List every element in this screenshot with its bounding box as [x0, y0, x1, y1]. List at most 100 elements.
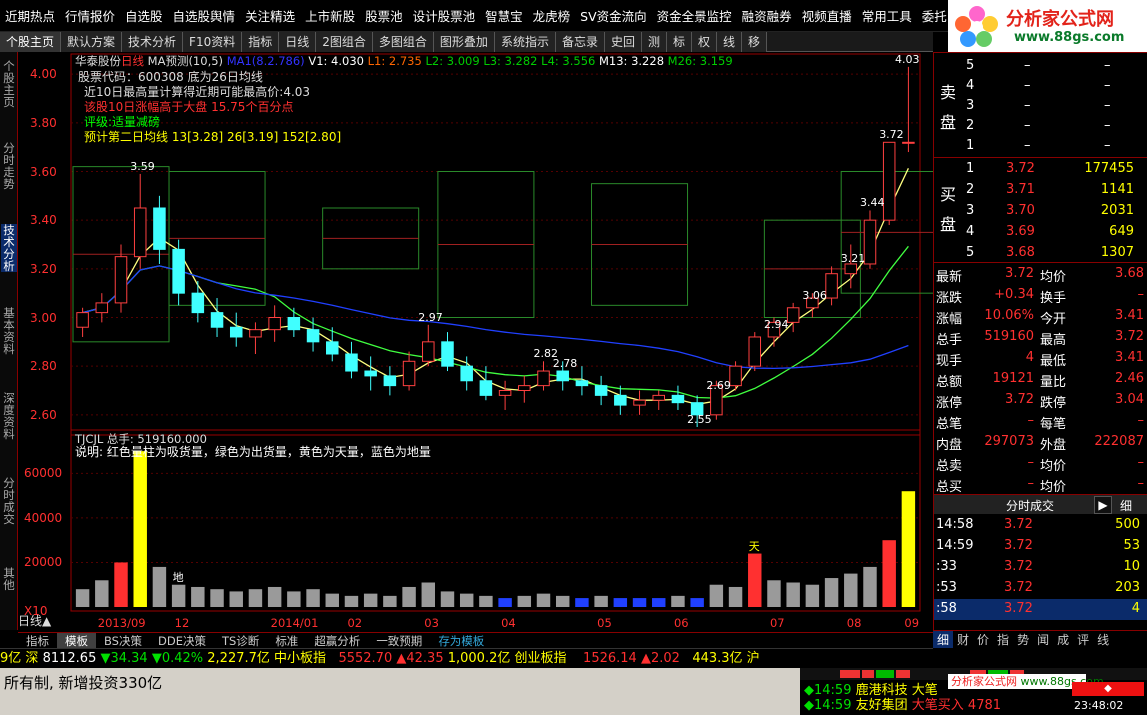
clock: 23:48:02: [1074, 699, 1124, 712]
candle-body-28: [614, 394, 627, 406]
menu-10[interactable]: SV资金流向: [575, 6, 652, 25]
ticks-detail-button[interactable]: 细: [1120, 497, 1132, 514]
buy-row-1: 2 3.71 1141: [966, 182, 1134, 197]
toolbar-btn-12[interactable]: 测: [641, 31, 667, 52]
toolbar-btn-11[interactable]: 史回: [604, 31, 642, 52]
vol-bar-35: [748, 553, 762, 607]
menu-3[interactable]: 自选股舆情: [168, 6, 241, 25]
toolbar-btn-1[interactable]: 默认方案: [61, 31, 123, 52]
date-tick-8: 07: [769, 616, 785, 630]
right-tab-0[interactable]: 细: [933, 631, 954, 648]
toolbar-btn-4[interactable]: 指标: [242, 31, 280, 52]
watermark-badge: 分析家公式网 www.88gs.com: [948, 674, 1104, 689]
news-panel: ◆14:59 鹿港科技 大笔 ◆14:59 友好集团 大笔买入 4781 分析家…: [800, 668, 1147, 715]
vol-bar-29: [632, 598, 647, 607]
toolbar-btn-6[interactable]: 2图组合: [316, 31, 373, 52]
menu-6[interactable]: 股票池: [360, 6, 408, 25]
menu-2[interactable]: 自选股: [120, 6, 168, 25]
news-row-2[interactable]: ◆14:59 友好集团 大笔买入 4781: [804, 699, 1001, 713]
bottom-tab-3[interactable]: DDE决策: [150, 633, 214, 649]
candle-body-30: [652, 394, 666, 401]
right-tab-8[interactable]: 线: [1093, 631, 1113, 648]
menu-7[interactable]: 设计股票池: [408, 6, 481, 25]
quote-row-9: 总卖 – 均价 –: [936, 455, 1144, 474]
menu-11[interactable]: 资金全景监控: [652, 6, 737, 25]
vol-bar-40: [844, 573, 858, 607]
bottom-tab-5[interactable]: 标准: [267, 633, 306, 649]
right-tab-5[interactable]: 闻: [1033, 631, 1053, 648]
right-tab-4[interactable]: 势: [1013, 631, 1033, 648]
quote-row-4: 现手 4 最低 3.41: [936, 350, 1144, 369]
candle-body-8: [229, 326, 243, 338]
chart-header: 华泰股份日线 MA预测(10,5) MA1(8.2.786) V1: 4.030…: [75, 54, 733, 68]
toolbar-btn-3[interactable]: F10资料: [183, 31, 243, 52]
tick-row-1[interactable]: 14:59 3.72 53: [934, 536, 1147, 557]
toolbar-btn-2[interactable]: 技术分析: [122, 31, 184, 52]
toolbar-btn-9[interactable]: 系统指示: [494, 31, 556, 52]
tick-row-2[interactable]: :33 3.72 10: [934, 557, 1147, 578]
menu-8[interactable]: 智慧宝: [480, 6, 528, 25]
candle-body-0: [76, 312, 89, 328]
left-tab-4[interactable]: 深度资料: [1, 392, 17, 440]
menu-9[interactable]: 龙虎榜: [528, 6, 576, 25]
annotation-11: 2.55: [687, 413, 712, 426]
left-tab-2[interactable]: 技术分析: [1, 224, 17, 272]
left-tab-3[interactable]: 基本资料: [1, 307, 17, 355]
bottom-tab-1[interactable]: 模板: [57, 632, 96, 649]
bottom-tab-0[interactable]: 指标: [18, 633, 57, 649]
toolbar-btn-15[interactable]: 线: [717, 31, 743, 52]
left-tab-bar: 个股主页分时走势技术分析基本资料深度资料分时成交其他: [0, 52, 18, 630]
right-tab-3[interactable]: 指: [993, 631, 1013, 648]
toolbar-btn-8[interactable]: 图形叠加: [433, 31, 495, 52]
bottom-tab-6[interactable]: 超赢分析: [306, 633, 368, 649]
menu-15[interactable]: 委托: [917, 6, 952, 25]
menu-4[interactable]: 关注精选: [240, 6, 300, 25]
vol-bar-14: [344, 595, 359, 607]
tick-row-4[interactable]: :58 3.72 4: [934, 599, 1147, 620]
annotation-7: 2.94: [763, 318, 789, 332]
bottom-tab-4[interactable]: TS诊断: [214, 633, 267, 649]
toolbar-btn-13[interactable]: 标: [667, 31, 693, 52]
menu-14[interactable]: 常用工具: [857, 6, 917, 25]
toolbar-btn-7[interactable]: 多图组合: [372, 31, 434, 52]
toolbar-btn-10[interactable]: 备忘录: [555, 31, 605, 52]
ma-tag: MA1(8.2.786): [226, 54, 305, 68]
right-tab-2[interactable]: 价: [973, 631, 993, 648]
menu-1[interactable]: 行情报价: [60, 6, 120, 25]
date-tick-4: 03: [424, 616, 439, 630]
tick-row-0[interactable]: 14:58 3.72 500: [934, 515, 1147, 536]
candle-body-19: [441, 341, 454, 367]
toolbar-btn-14[interactable]: 权: [692, 31, 718, 52]
right-tab-7[interactable]: 评: [1073, 631, 1093, 648]
status-text: 所有制, 新增投资330亿: [4, 674, 163, 692]
right-tab-1[interactable]: 财: [953, 631, 973, 648]
menu-5[interactable]: 上市新股: [300, 6, 360, 25]
vol-bar-43: [901, 491, 916, 607]
toolbar-btn-0[interactable]: 个股主页: [0, 31, 62, 52]
bottom-tab-8[interactable]: 存为模板: [430, 633, 492, 649]
news-row-1[interactable]: ◆14:59 鹿港科技 大笔: [804, 684, 938, 698]
vol-bar-7: [210, 589, 224, 607]
left-tab-6[interactable]: 其他: [1, 567, 17, 591]
top-menu: 近期热点 行情报价 自选股 自选股舆情 关注精选 上市新股 股票池 设计股票池 智慧宝 龙虎榜 SV…: [0, 0, 948, 32]
left-tab-0[interactable]: 个股主页: [1, 60, 17, 108]
period-indicator[interactable]: 日线▲: [18, 614, 51, 628]
bottom-tab-7[interactable]: 一致预期: [368, 633, 430, 649]
menu-0[interactable]: 近期热点: [0, 6, 60, 25]
tick-row-3[interactable]: :53 3.72 203: [934, 578, 1147, 599]
annotation-1: 3.72: [879, 128, 904, 142]
alert-badge[interactable]: ◆: [1072, 682, 1144, 696]
right-tab-6[interactable]: 成: [1053, 631, 1073, 648]
toolbar-btn-16[interactable]: 移: [742, 31, 768, 52]
left-tab-5[interactable]: 分时成交: [1, 477, 17, 525]
price-tick-6: 2.80: [30, 359, 57, 374]
toolbar-btn-5[interactable]: 日线: [279, 31, 317, 52]
menu-12[interactable]: 融资融券: [737, 6, 797, 25]
candle-body-23: [518, 385, 531, 391]
price-tick-3: 3.40: [30, 213, 57, 228]
left-tab-1[interactable]: 分时走势: [1, 142, 17, 190]
menu-13[interactable]: 视频直播: [797, 6, 857, 25]
toolbar: 个股主页 默认方案 技术分析 F10资料 指标 日线 2图组合 多图组合 图形叠加 系统指示 备忘录…: [0, 31, 933, 52]
ticks-menu-button[interactable]: ▶: [1094, 496, 1112, 514]
bottom-tab-2[interactable]: BS决策: [96, 633, 150, 649]
